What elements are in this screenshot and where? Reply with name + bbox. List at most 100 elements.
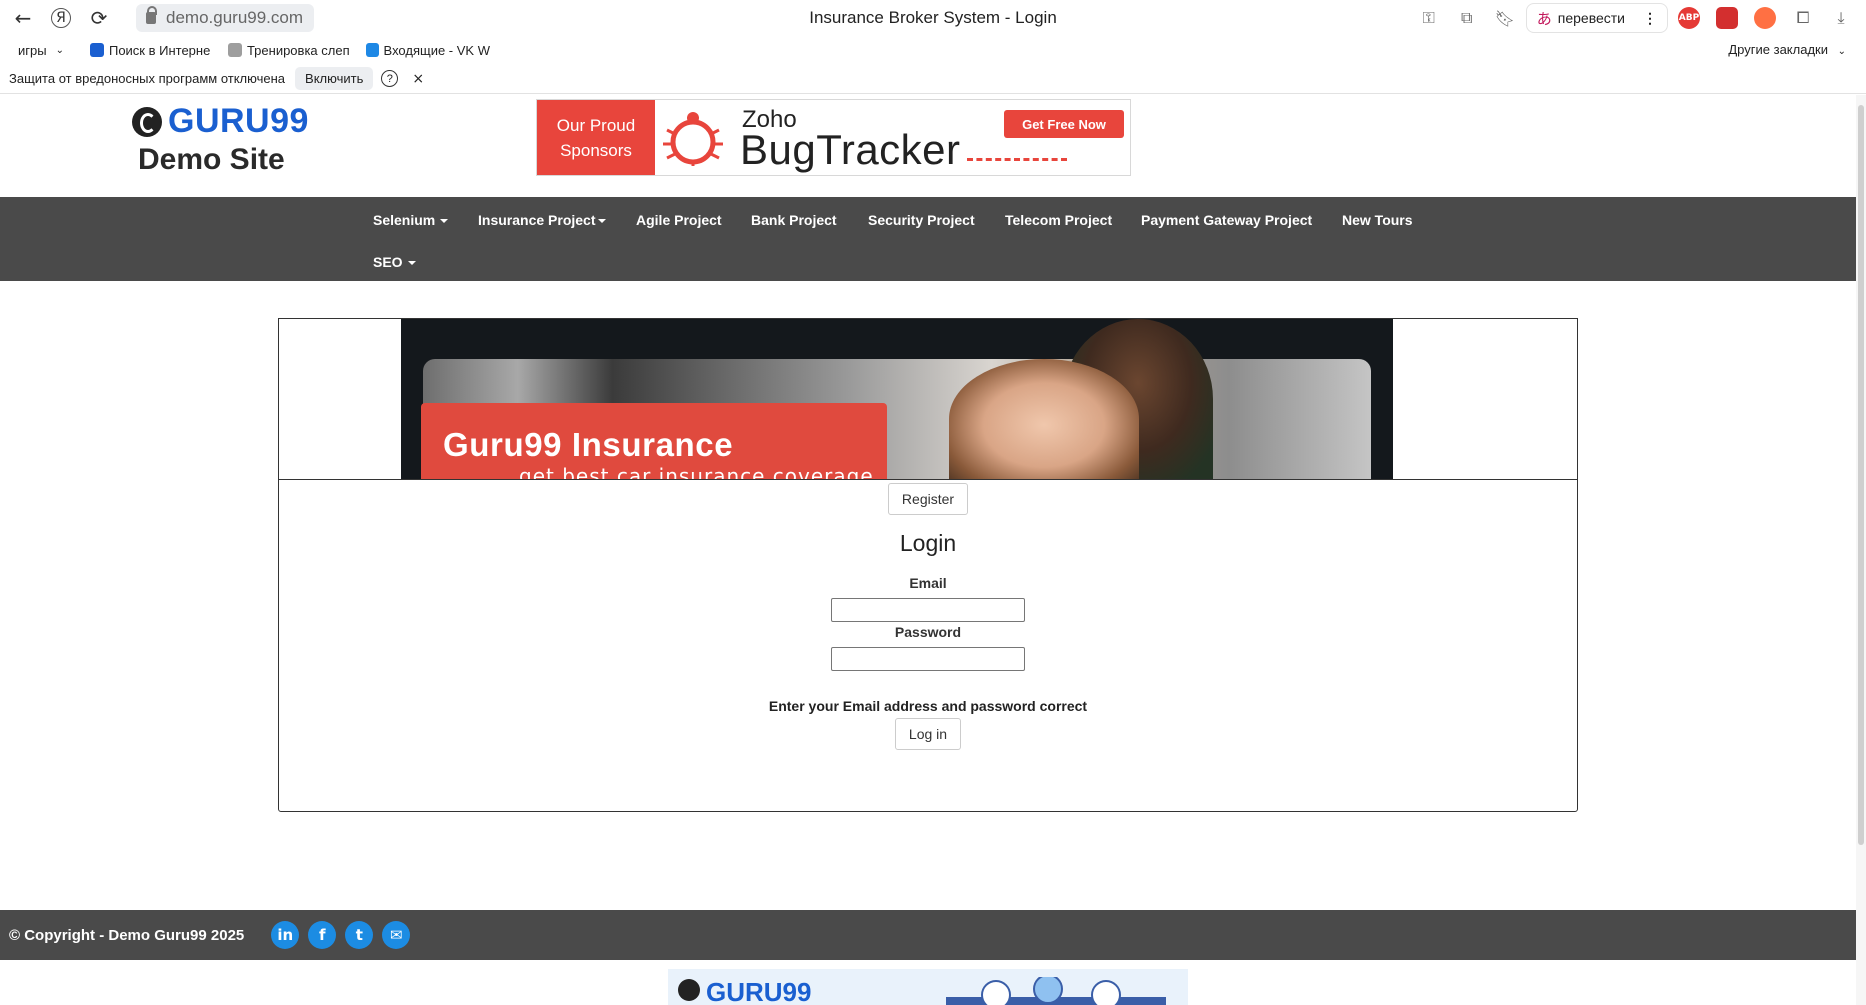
nav-telecom-project[interactable]: Telecom Project [1005,212,1112,228]
enable-protection-button[interactable]: Включить [295,67,374,90]
nav-insurance-project[interactable]: Insurance Project [478,212,606,228]
help-icon[interactable]: ? [381,70,399,87]
nav-selenium[interactable]: Selenium [373,212,449,228]
ad-sponsor-line1: Our Proud [556,115,636,135]
translate-icon: あ [1536,9,1552,28]
security-infobar: Защита от вредоносных программ отключена… [0,64,1866,94]
nav-agile-project[interactable]: Agile Project [636,212,722,228]
page-scrollbar[interactable] [1856,95,1866,1005]
bookmarks-bar: игры ⌄ Поиск в Интерне Тренировка слеп В… [0,36,1866,64]
bookmark-label: игры [18,42,47,58]
reload-icon[interactable]: ⟳ [80,0,118,36]
register-button[interactable]: Register [888,483,968,515]
bookmark-vk-mail[interactable]: Входящие - VK W [365,42,490,58]
other-bookmarks[interactable]: Другие закладки ⌄ [1728,42,1846,57]
web-page: GURU99 Demo Site Our Proud Sponsors Zoho… [0,95,1856,1005]
chevron-down-icon: ⌄ [55,44,64,56]
download-icon[interactable]: ⤓ [1824,3,1858,33]
bottom-ad-logo-text: GURU99 [706,977,812,1005]
caret-down-icon [597,219,606,224]
bookmark-icon[interactable]: 🔖︎ [1488,3,1522,33]
keyboard-favicon-icon [227,43,242,57]
email-field[interactable] [831,598,1025,622]
linkedin-icon[interactable]: in [271,921,300,949]
caret-down-icon [440,219,449,224]
ad-dashed-arrow [967,158,1067,161]
site-permissions-icon[interactable]: ⧉ [1450,3,1484,33]
address-bar[interactable]: demo.guru99.com [136,4,314,32]
bottom-banner-ad[interactable]: GURU99 [668,969,1188,1005]
banner-woman-image [949,359,1139,479]
extensions-icon[interactable]: ⧠ [1786,3,1820,33]
sponsor-ad[interactable]: Our Proud Sponsors Zoho BugTracker Get F… [536,99,1131,176]
nav-label: Agile Project [636,212,722,228]
logo-text: GURU99 [168,102,309,140]
main-navbar: Selenium Insurance Project Agile Project… [0,197,1856,281]
nav-label: SEO [373,254,403,270]
translate-menu-icon[interactable]: ⋮ [1643,10,1657,27]
nav-security-project[interactable]: Security Project [868,212,975,228]
banner-title: Guru99 Insurance [443,426,734,463]
nav-label: Payment Gateway Project [1141,212,1313,228]
translate-button[interactable]: あ перевести ⋮ [1525,3,1668,33]
chevron-down-icon: ⌄ [1837,46,1846,57]
copyright-text: © Copyright - Demo Guru99 2025 [9,926,245,944]
yandex-icon[interactable]: Я [51,8,71,28]
translate-label: перевести [1557,10,1625,26]
twitter-icon[interactable]: t [345,921,374,949]
bookmark-search[interactable]: Поиск в Интерне [89,42,214,58]
ad-sponsor-panel: Our Proud Sponsors [537,100,655,175]
social-links: in f t ✉ [271,921,411,949]
nav-label: Telecom Project [1005,212,1113,228]
site-logo[interactable]: GURU99 Demo Site [132,102,322,177]
guru99-logo-icon [678,979,700,1001]
bottom-ad-illustration [946,977,1166,1005]
other-bookmarks-label: Другие закладки [1728,42,1828,57]
back-icon[interactable]: ← [4,0,42,36]
audio-extension-icon[interactable] [1748,3,1782,33]
login-instruction: Enter your Email address and password co… [768,698,1088,714]
bookmark-games[interactable]: игры ⌄ [18,43,64,58]
scrollbar-thumb[interactable] [1858,105,1864,845]
caret-down-icon [407,261,416,266]
nav-new-tours[interactable]: New Tours [1342,212,1413,228]
site-footer: © Copyright - Demo Guru99 2025 in f t ✉ [0,910,1856,960]
nav-label: New Tours [1342,212,1413,228]
nav-label: Insurance Project [478,212,596,228]
infobar-message: Защита от вредоносных программ отключена [9,71,286,86]
search-favicon-icon [89,43,104,57]
bookmark-label: Тренировка слеп [246,42,350,58]
ad-sponsor-line2: Sponsors [560,140,632,160]
nav-payment-gateway-project[interactable]: Payment Gateway Project [1141,212,1312,228]
guru99-logo-icon [132,106,162,137]
close-icon[interactable]: × [412,71,424,87]
email-icon[interactable]: ✉ [382,921,411,949]
nav-label: Selenium [373,212,436,228]
banner-subtitle: get best car insurance coverage [519,464,874,479]
adblock-icon[interactable]: ABP [1672,3,1706,33]
vk-favicon-icon [365,43,379,57]
login-button[interactable]: Log in [895,718,961,750]
nav-seo[interactable]: SEO [373,254,416,270]
address-url: demo.guru99.com [166,8,304,27]
bookmark-label: Входящие - VK W [383,42,490,58]
password-field[interactable] [831,647,1025,671]
insurance-banner: Guru99 Insurance get best car insurance … [401,319,1393,479]
bookmark-label: Поиск в Интерне [108,42,211,58]
login-container: Guru99 Insurance get best car insurance … [278,318,1578,812]
bug-icon [663,112,723,166]
login-heading: Login [899,530,957,556]
lock-icon [146,6,157,24]
facebook-icon[interactable]: f [308,921,337,949]
nav-label: Security Project [868,212,975,228]
banner-divider [279,479,1577,480]
ad-product: BugTracker [740,126,961,173]
logo-subtitle: Demo Site [138,143,285,176]
email-label: Email [909,575,947,591]
ad-cta-button[interactable]: Get Free Now [1004,110,1124,138]
key-icon[interactable]: ⚿ [1412,3,1446,33]
shield-extension-icon[interactable] [1710,3,1744,33]
nav-bank-project[interactable]: Bank Project [751,212,837,228]
bookmark-typing[interactable]: Тренировка слеп [227,42,352,58]
nav-label: Bank Project [751,212,837,228]
